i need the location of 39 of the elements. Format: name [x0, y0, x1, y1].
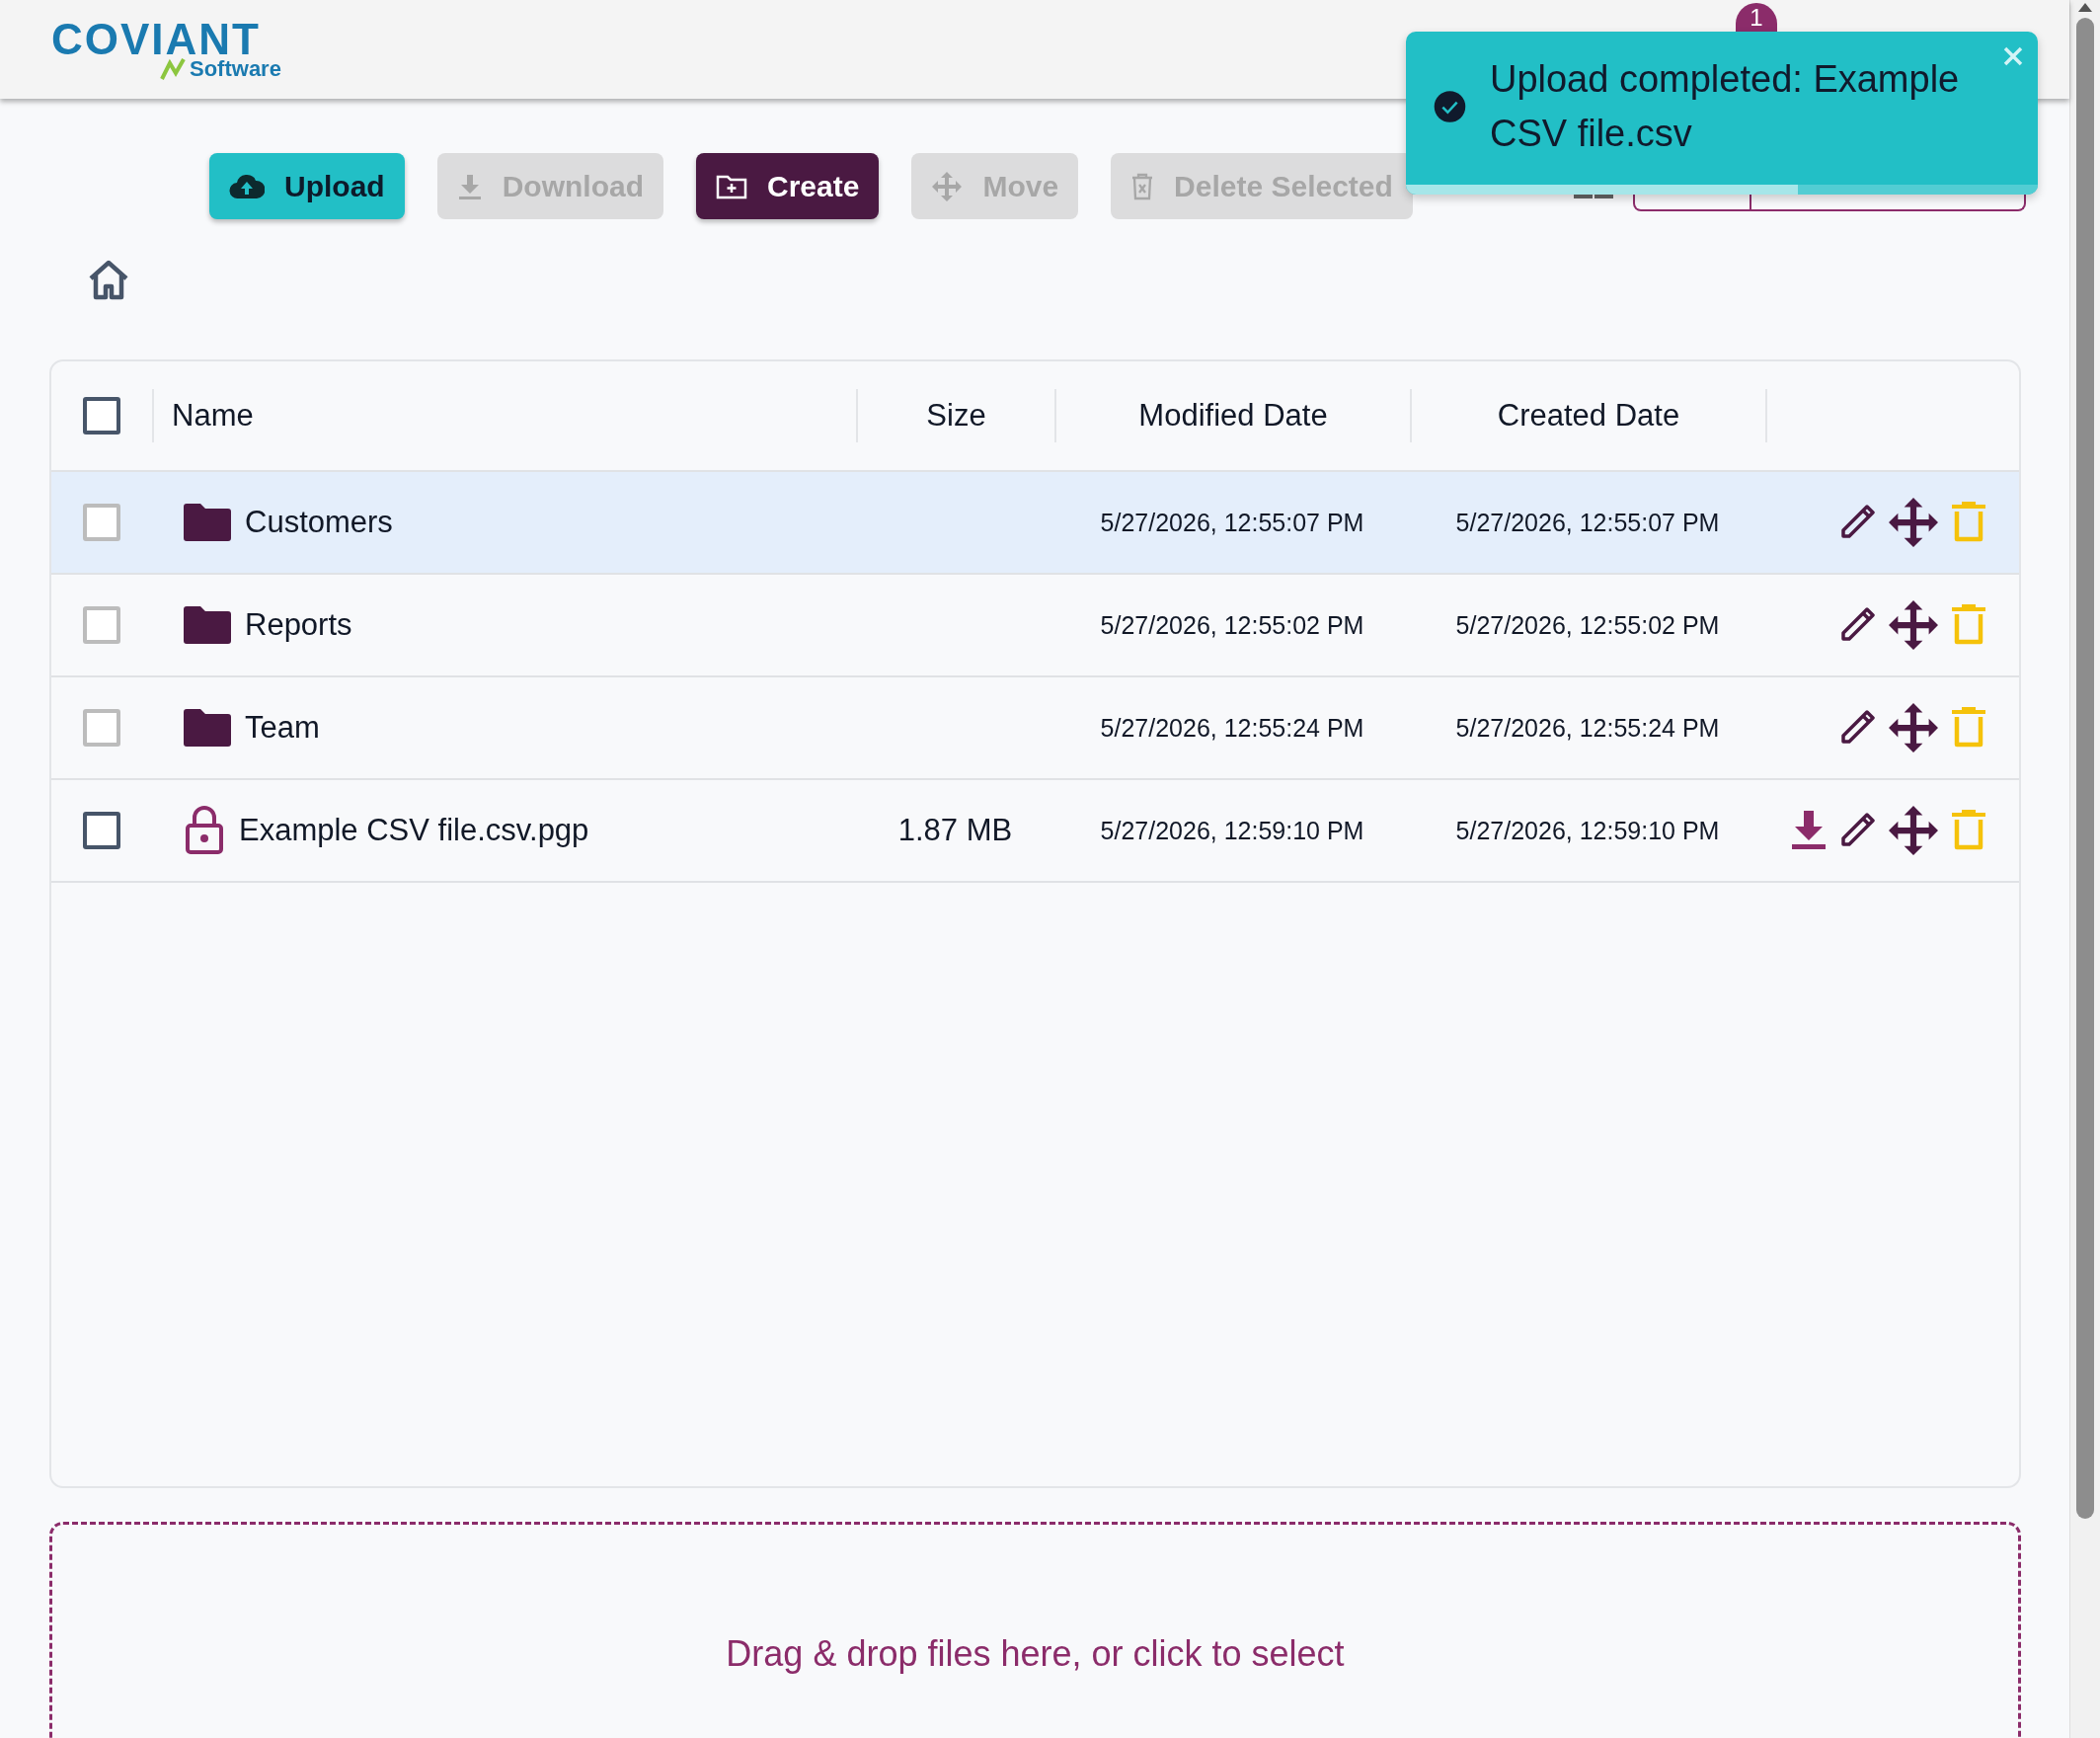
- folder-plus-icon: [716, 173, 747, 199]
- column-header[interactable]: Size: [856, 389, 1054, 442]
- created-date: 5/27/2026, 12:55:02 PM: [1455, 610, 1720, 639]
- download-icon: [456, 172, 483, 200]
- modified-date: 5/27/2026, 12:55:02 PM: [1100, 610, 1364, 639]
- table-row[interactable]: Example CSV file.csv.pgp 1.87 MB 5/27/2026, 12:59:10 PM 5/27/2026, 12:59:10 PM: [51, 780, 2019, 883]
- column-header[interactable]: Modified Date: [1054, 389, 1410, 442]
- move-icon: [931, 170, 964, 202]
- create-button[interactable]: Create: [696, 153, 880, 219]
- modified-date: 5/27/2026, 12:55:07 PM: [1100, 508, 1364, 536]
- lock-icon: [184, 806, 225, 855]
- created-date: 5/27/2026, 12:59:10 PM: [1455, 816, 1720, 844]
- modified-date: 5/27/2026, 12:55:24 PM: [1100, 713, 1364, 742]
- move-icon[interactable]: [1889, 806, 1938, 855]
- drop-zone[interactable]: Drag & drop files here, or click to select: [49, 1522, 2021, 1738]
- scrollbar[interactable]: [2069, 0, 2100, 1738]
- folder-icon: [184, 708, 231, 748]
- home-icon[interactable]: [87, 259, 130, 300]
- row-checkbox[interactable]: [83, 812, 120, 849]
- logo-wordmark: COVIANT: [51, 18, 261, 61]
- trash-icon: [1130, 172, 1155, 200]
- pencil-icon[interactable]: [1839, 813, 1875, 848]
- notification-badge[interactable]: 1: [1736, 3, 1777, 32]
- created-date: 5/27/2026, 12:55:24 PM: [1455, 713, 1720, 742]
- column-header[interactable]: Name: [152, 389, 856, 442]
- download-icon[interactable]: [1792, 811, 1826, 850]
- column-header[interactable]: Created Date: [1410, 389, 1765, 442]
- select-all-checkbox[interactable]: [83, 397, 120, 434]
- upload-button[interactable]: Upload: [209, 153, 405, 219]
- drop-zone-text: Drag & drop files here, or click to select: [726, 1633, 1345, 1676]
- created-date: 5/27/2026, 12:55:07 PM: [1455, 508, 1720, 536]
- file-name[interactable]: Example CSV file.csv.pgp: [239, 813, 589, 848]
- logo-subtitle: Software: [190, 58, 281, 80]
- modified-date: 5/27/2026, 12:59:10 PM: [1100, 816, 1364, 844]
- folder-icon: [184, 503, 231, 542]
- cloud-upload-icon: [229, 172, 265, 200]
- file-size: 1.87 MB: [897, 813, 1013, 847]
- toast-message: Upload completed: Example CSV file.csv: [1489, 56, 1961, 156]
- folder-icon: [184, 605, 231, 645]
